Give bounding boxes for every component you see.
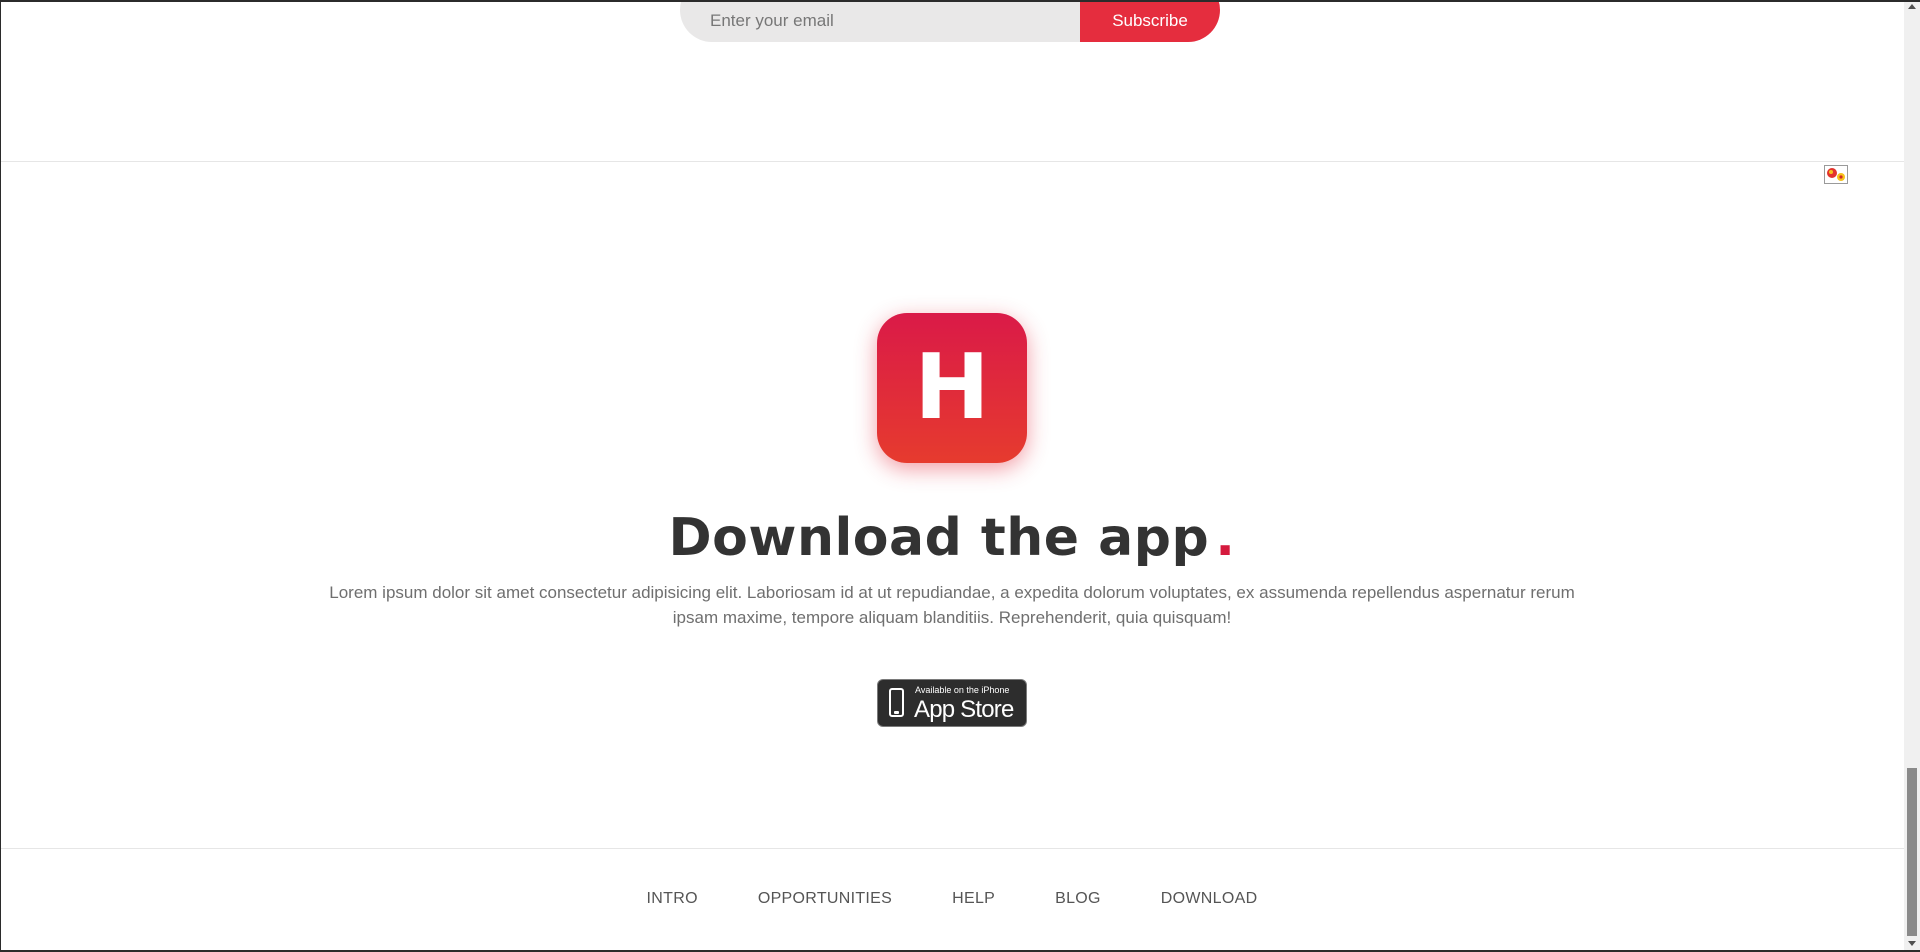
app-logo: H: [877, 313, 1027, 463]
page: Subscribe H Download the app. Lorem ipsu…: [0, 0, 1904, 952]
section-divider: [0, 161, 1904, 162]
scrollbar-thumb[interactable]: [1907, 768, 1917, 936]
badge-small-text: Available on the iPhone: [915, 685, 1010, 695]
badge-large-text: App Store: [914, 696, 1014, 723]
subscribe-form: Subscribe: [680, 0, 1220, 42]
footer-link-help[interactable]: HELP: [952, 890, 995, 908]
footer-link-download[interactable]: DOWNLOAD: [1161, 890, 1258, 908]
email-input[interactable]: [680, 0, 1100, 42]
download-title: Download the app.: [0, 508, 1904, 568]
title-accent-dot: .: [1215, 508, 1236, 568]
app-logo-letter: H: [914, 335, 990, 440]
app-store-badge[interactable]: Available on the iPhone App Store: [877, 679, 1027, 727]
footer-link-intro[interactable]: INTRO: [647, 890, 698, 908]
scroll-down-arrow-icon[interactable]: [1908, 941, 1916, 946]
download-title-text: Download the app: [668, 508, 1210, 568]
footer-divider: [0, 848, 1904, 849]
vertical-scrollbar[interactable]: [1904, 0, 1920, 952]
footer-link-opportunities[interactable]: OPPORTUNITIES: [758, 890, 892, 908]
phone-icon: [889, 688, 904, 717]
footer-link-blog[interactable]: BLOG: [1055, 890, 1101, 908]
subscribe-button[interactable]: Subscribe: [1080, 0, 1220, 42]
widget-icon[interactable]: [1824, 165, 1848, 184]
footer-nav: INTRO OPPORTUNITIES HELP BLOG DOWNLOAD: [0, 890, 1904, 908]
download-description: Lorem ipsum dolor sit amet consectetur a…: [329, 583, 1575, 627]
scroll-up-arrow-icon[interactable]: [1908, 4, 1916, 9]
